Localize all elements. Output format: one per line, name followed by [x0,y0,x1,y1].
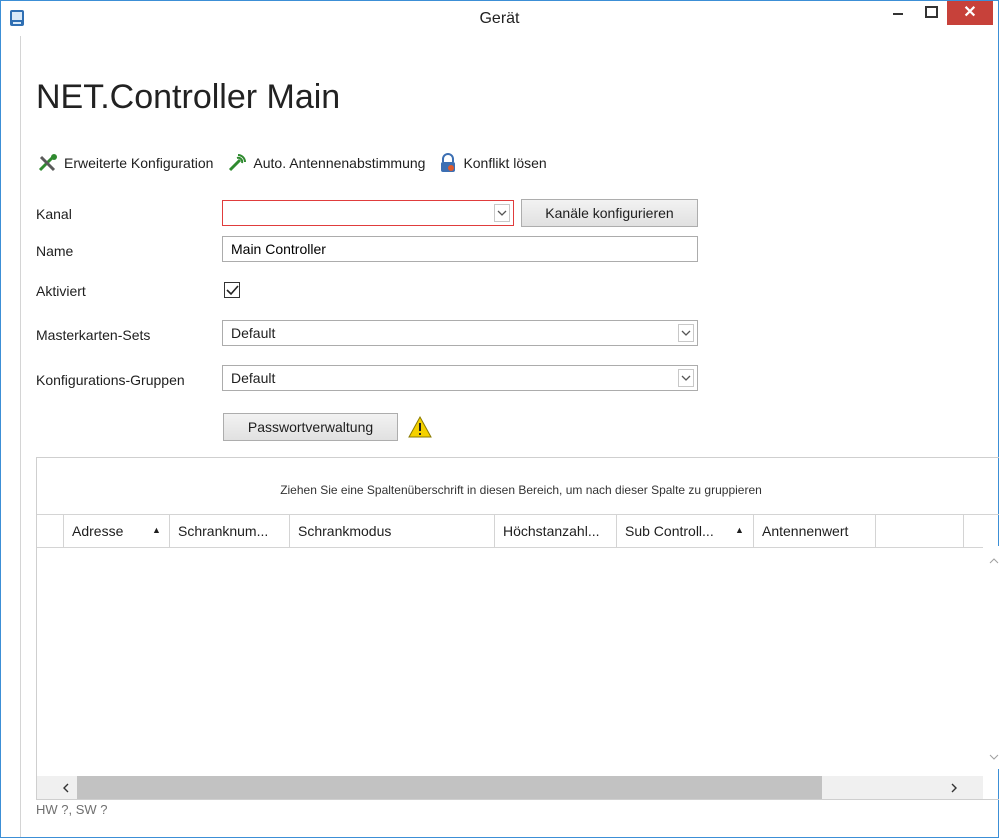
column-antennenwert[interactable]: Antennenwert [753,515,875,547]
masterkarten-value: Default [231,325,276,341]
resolve-conflict-action[interactable]: Konflikt lösen [439,153,547,173]
column-hoechstanzahl[interactable]: Höchstanzahl... [494,515,616,547]
title-bar[interactable]: Gerät ✕ [1,1,998,35]
resolve-conflict-label: Konflikt lösen [463,155,547,171]
close-button[interactable]: ✕ [947,1,993,25]
horizontal-scroll-thumb[interactable] [77,776,822,799]
chevron-down-icon [678,369,694,387]
row-indicator-header [37,515,63,547]
grid-header: Adresse ▲ Schranknum... Schrankmodus Höc… [37,514,999,548]
version-status: HW ?, SW ? [36,802,108,817]
column-schranknummer[interactable]: Schranknum... [169,515,289,547]
lock-icon [441,153,456,172]
password-management-button[interactable]: Passwortverwaltung [223,413,398,441]
minimize-button[interactable] [881,1,915,25]
warning-icon [408,415,432,438]
tools-icon [38,154,57,172]
masterkarten-label: Masterkarten-Sets [36,327,151,343]
checkmark-icon [226,285,239,296]
chevron-down-icon [678,324,694,342]
scroll-left-icon [63,783,69,793]
advanced-config-action[interactable]: Erweiterte Konfiguration [38,154,213,172]
scroll-up-icon [989,558,999,564]
window-title: Gerät [479,10,520,27]
vertical-scrollbar[interactable] [983,546,999,769]
gruppen-label: Konfigurations-Gruppen [36,372,185,388]
action-bar: Erweiterte Konfiguration Auto. Antennena… [38,153,561,173]
scroll-header-cell [963,515,999,547]
aktiviert-checkbox[interactable] [224,282,240,298]
antenna-tuning-label: Auto. Antennenabstimmung [253,155,426,171]
maximize-icon [925,6,938,18]
gruppen-value: Default [231,370,276,386]
gruppen-select[interactable]: Default [222,365,698,391]
scroll-down-icon [989,754,999,760]
scroll-right-icon [951,783,957,793]
controller-grid: Ziehen Sie eine Spaltenüberschrift in di… [36,457,999,800]
device-window: Gerät ✕ NET.Controller Main Erweiterte K… [0,0,999,838]
column-sub-controller-label: Sub Controll... [625,523,714,539]
minimize-icon [893,13,903,15]
sort-ascending-icon: ▲ [735,525,744,535]
kanal-select[interactable] [222,200,514,226]
antenna-icon [229,154,247,172]
name-label: Name [36,243,74,259]
horizontal-scrollbar[interactable] [37,776,983,799]
masterkarten-select[interactable]: Default [222,320,698,346]
advanced-config-label: Erweiterte Konfiguration [64,155,214,171]
column-adresse-label: Adresse [72,523,124,539]
group-panel-hint[interactable]: Ziehen Sie eine Spaltenüberschrift in di… [37,483,999,497]
column-adresse[interactable]: Adresse ▲ [63,515,169,547]
name-input[interactable] [222,236,698,262]
aktiviert-label: Aktiviert [36,283,86,299]
column-sub-controller[interactable]: Sub Controll... ▲ [616,515,753,547]
sort-ascending-icon: ▲ [152,525,161,535]
chevron-down-icon [494,204,510,222]
maximize-button[interactable] [915,1,949,25]
close-icon: ✕ [963,4,977,21]
antenna-tuning-action[interactable]: Auto. Antennenabstimmung [227,153,425,173]
kanal-label: Kanal [36,206,72,222]
column-schrankmodus[interactable]: Schrankmodus [289,515,494,547]
empty-header-cell [875,515,963,547]
content-area: NET.Controller Main Erweiterte Konfigura… [20,36,999,837]
configure-channels-button[interactable]: Kanäle konfigurieren [521,199,698,227]
page-title: NET.Controller Main [36,78,341,116]
